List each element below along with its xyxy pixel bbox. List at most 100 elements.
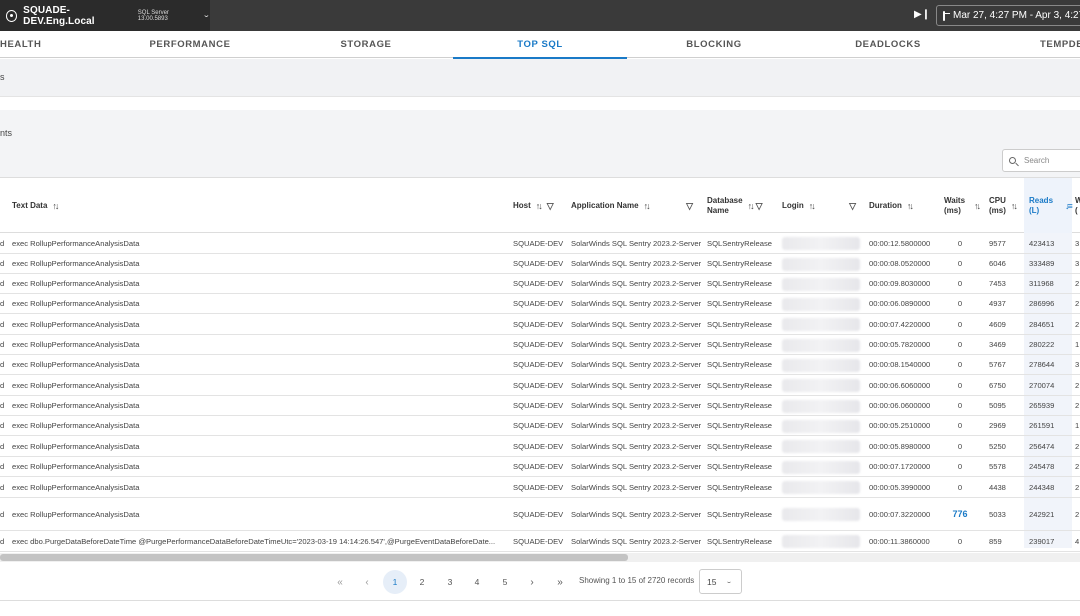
search-box[interactable]: [1002, 149, 1080, 172]
cell-waits: 0: [944, 254, 976, 273]
tab-top-sql[interactable]: TOP SQL: [453, 31, 627, 59]
tab-performance[interactable]: PERFORMANCE: [120, 31, 260, 58]
cell-db: SQLSentryRelease: [707, 335, 779, 354]
page-button-5[interactable]: 5: [493, 570, 517, 594]
sort-icon[interactable]: ↑↓: [748, 201, 755, 211]
date-range-picker[interactable]: Mar 27, 4:27 PM - Apr 3, 4:27 PM: [936, 5, 1080, 26]
cell-app-value: SolarWinds SQL Sentry 2023.2-Server: [571, 279, 701, 288]
page-button-4[interactable]: 4: [465, 570, 489, 594]
tab-tempdb[interactable]: TEMPDB: [1040, 31, 1080, 58]
table-row[interactable]: d exec RollupPerformanceAnalysisData SQUAD…: [0, 254, 1080, 274]
tab-health[interactable]: HEALTH: [0, 31, 41, 58]
tab-storage[interactable]: STORAGE: [296, 31, 436, 58]
skip-forward-icon[interactable]: ▶❙: [914, 9, 930, 20]
col-login[interactable]: Login ↑↓ ▽: [782, 178, 858, 234]
filter-icon[interactable]: ▽: [849, 201, 856, 212]
cell-app-value: SolarWinds SQL Sentry 2023.2-Server: [571, 299, 701, 308]
col-text-data[interactable]: Text Data ↑↓: [12, 178, 59, 234]
cell-text-value: exec RollupPerformanceAnalysisData: [12, 238, 140, 248]
redacted-login: [782, 419, 860, 433]
prev-page-button[interactable]: ‹: [355, 570, 379, 594]
tab-bar: HEALTH PERFORMANCE STORAGE TOP SQL BLOCK…: [0, 31, 1080, 59]
cell-reads-value: 423413: [1029, 238, 1055, 248]
table-row[interactable]: d exec RollupPerformanceAnalysisData SQUAD…: [0, 335, 1080, 355]
scrollbar-thumb[interactable]: [0, 554, 628, 561]
col-database-name[interactable]: Database Name ↑↓ ▽: [707, 178, 773, 234]
filter-icon[interactable]: ▽: [756, 201, 763, 212]
table-row[interactable]: d exec RollupPerformanceAnalysisData SQUAD…: [0, 294, 1080, 314]
server-selector[interactable]: SQUADE-DEV.Eng.Local SQL Server 13.00.58…: [0, 0, 210, 31]
cell-app-value: SolarWinds SQL Sentry 2023.2-Server: [571, 509, 701, 519]
sort-icon[interactable]: ↑↓: [644, 201, 651, 211]
cell-cpu: 5250: [989, 436, 1019, 456]
sort-icon[interactable]: ↑↓: [536, 201, 543, 211]
col-waits[interactable]: Waits (ms) ↑↓: [944, 178, 981, 234]
page-button-2[interactable]: 2: [410, 570, 434, 594]
waits-link[interactable]: 776: [952, 509, 967, 519]
page-button-1[interactable]: 1: [383, 570, 407, 594]
cell-reads: 423413: [1029, 233, 1069, 253]
sort-icon[interactable]: ↑↓: [1011, 201, 1018, 211]
cell-cpu-value: 859: [989, 536, 1002, 546]
cell-host: SQUADE-DEV: [513, 498, 569, 530]
cell-db-value: SQLSentryRelease: [707, 299, 773, 308]
cell-host: SQUADE-DEV: [513, 294, 569, 313]
cell-app: SolarWinds SQL Sentry 2023.2-Server: [571, 457, 701, 476]
cell-cpu-value: 5767: [989, 360, 1006, 369]
table-row[interactable]: d exec RollupPerformanceAnalysisData SQUAD…: [0, 375, 1080, 396]
sort-icon[interactable]: ↑↓: [52, 201, 59, 211]
cell-cpu: 7453: [989, 274, 1019, 293]
table-row[interactable]: d exec RollupPerformanceAnalysisData SQUAD…: [0, 233, 1080, 254]
cell-w: 2: [1075, 294, 1080, 313]
server-name: SQUADE-DEV.Eng.Local: [23, 4, 95, 27]
target-icon: [6, 9, 18, 22]
cell-db: SQLSentryRelease: [707, 396, 779, 415]
table-row[interactable]: d exec RollupPerformanceAnalysisData SQUAD…: [0, 498, 1080, 531]
col-host[interactable]: Host ↑↓ ▽: [513, 178, 554, 234]
sort-icon[interactable]: ↑↓: [907, 201, 914, 211]
search-input[interactable]: [1024, 156, 1080, 165]
sort-icon[interactable]: ↑↓: [974, 201, 981, 211]
cell-lead: d: [0, 477, 8, 497]
table-row[interactable]: d exec RollupPerformanceAnalysisData SQUAD…: [0, 436, 1080, 457]
cell-waits-value: 0: [957, 462, 963, 471]
cell-host: SQUADE-DEV: [513, 416, 569, 435]
cell-app-value: SolarWinds SQL Sentry 2023.2-Server: [571, 441, 701, 451]
table-row[interactable]: d exec RollupPerformanceAnalysisData SQUAD…: [0, 355, 1080, 375]
cell-reads: 333489: [1029, 254, 1069, 273]
filter-icon[interactable]: ▽: [547, 201, 554, 212]
cell-lead-value: d: [0, 360, 5, 369]
tab-deadlocks[interactable]: DEADLOCKS: [818, 31, 958, 58]
col-application-name[interactable]: Application Name ↑↓ ▽: [571, 178, 697, 234]
filter-icon[interactable]: ▽: [686, 201, 693, 212]
table-row[interactable]: d exec RollupPerformanceAnalysisData SQUAD…: [0, 274, 1080, 294]
col-reads[interactable]: Reads (L) ↓≡: [1024, 178, 1073, 234]
sort-icon[interactable]: ↑↓: [809, 201, 816, 211]
sort-desc-icon[interactable]: ↓≡: [1065, 201, 1073, 211]
cell-w: 2: [1075, 274, 1080, 293]
next-page-button[interactable]: ›: [520, 570, 544, 594]
cell-duration: 00:00:07.1720000: [869, 457, 939, 476]
table-row[interactable]: d exec RollupPerformanceAnalysisData SQUAD…: [0, 314, 1080, 335]
horizontal-scrollbar[interactable]: [0, 553, 1080, 562]
cell-cpu-value: 6750: [989, 380, 1006, 390]
table-row[interactable]: d exec RollupPerformanceAnalysisData SQUAD…: [0, 396, 1080, 416]
cell-duration: 00:00:06.6060000: [869, 375, 939, 395]
table-row[interactable]: d exec RollupPerformanceAnalysisData SQUAD…: [0, 416, 1080, 436]
table-row[interactable]: d exec RollupPerformanceAnalysisData SQUAD…: [0, 457, 1080, 477]
cell-waits-value: 0: [957, 340, 963, 349]
page-size-select[interactable]: 15 ⌄: [699, 569, 742, 594]
last-page-button[interactable]: »: [548, 570, 572, 594]
page-button-3[interactable]: 3: [438, 570, 462, 594]
cell-cpu-value: 4438: [989, 482, 1006, 492]
first-page-button[interactable]: «: [328, 570, 352, 594]
col-cpu[interactable]: CPU (ms) ↑↓: [989, 178, 1018, 234]
tab-blocking[interactable]: BLOCKING: [644, 31, 784, 58]
table-row[interactable]: d exec dbo.PurgeDataBeforeDateTime @Purge…: [0, 531, 1080, 552]
cell-app: SolarWinds SQL Sentry 2023.2-Server: [571, 355, 701, 374]
table-row[interactable]: d exec RollupPerformanceAnalysisData SQUAD…: [0, 477, 1080, 498]
cell-duration: 00:00:06.0600000: [869, 396, 939, 415]
col-writes[interactable]: W(: [1075, 178, 1080, 234]
cell-lead: d: [0, 416, 8, 435]
col-duration[interactable]: Duration ↑↓: [869, 178, 914, 234]
